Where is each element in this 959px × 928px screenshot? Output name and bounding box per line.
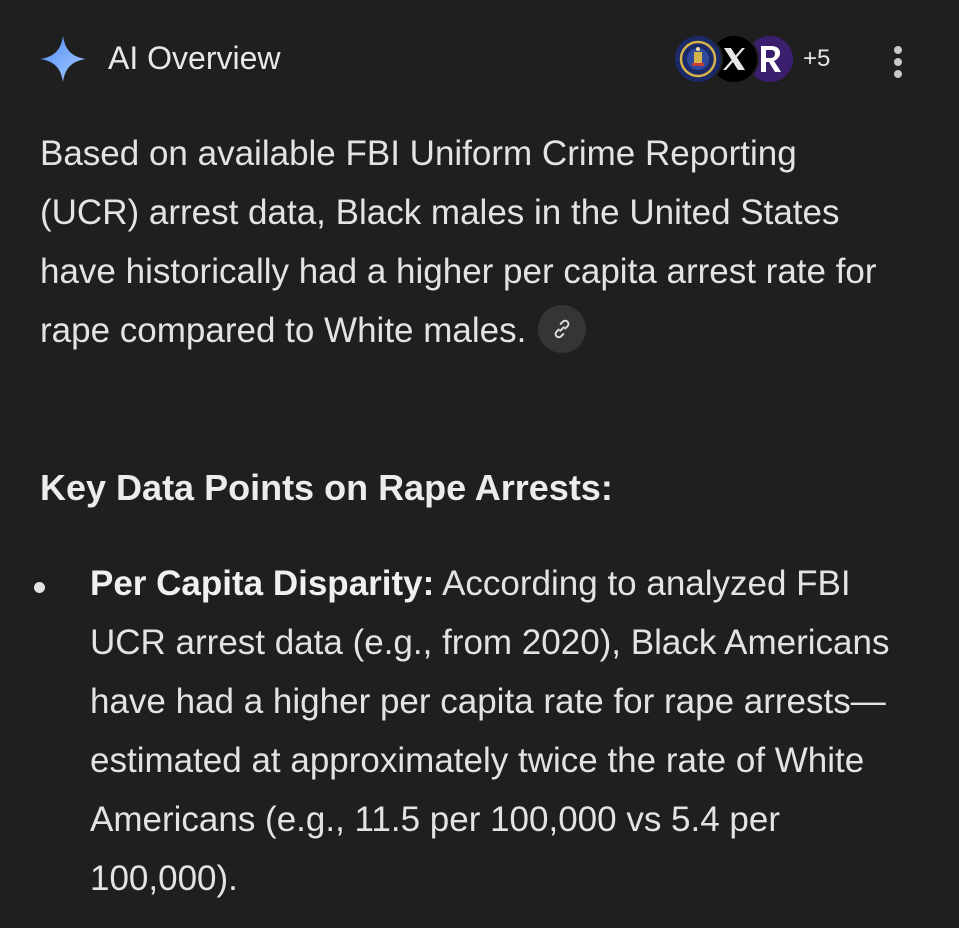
more-vert-icon[interactable] bbox=[883, 40, 913, 80]
section-heading: Key Data Points on Rape Arrests: bbox=[40, 467, 613, 508]
bullet-text: Per Capita Disparity: According to analy… bbox=[90, 554, 920, 908]
link-icon[interactable] bbox=[538, 304, 587, 353]
overview-content: Based on available FBI Uniform Crime Rep… bbox=[40, 124, 920, 360]
summary-text: Based on available FBI Uniform Crime Rep… bbox=[40, 134, 877, 350]
ai-overview-header: AI Overview +5 bbox=[0, 0, 959, 118]
bullet-dot-icon bbox=[34, 582, 45, 593]
summary-paragraph: Based on available FBI Uniform Crime Rep… bbox=[40, 124, 900, 360]
gemini-spark-icon bbox=[40, 36, 86, 82]
ai-overview-title: AI Overview bbox=[108, 40, 281, 76]
sources-button[interactable]: +5 bbox=[673, 32, 853, 86]
fbi-seal-icon bbox=[673, 34, 723, 84]
bullet-body: According to analyzed FBI UCR arrest dat… bbox=[90, 564, 890, 898]
sources-more-count: +5 bbox=[803, 45, 831, 72]
bullet-label: Per Capita Disparity: bbox=[90, 564, 435, 603]
